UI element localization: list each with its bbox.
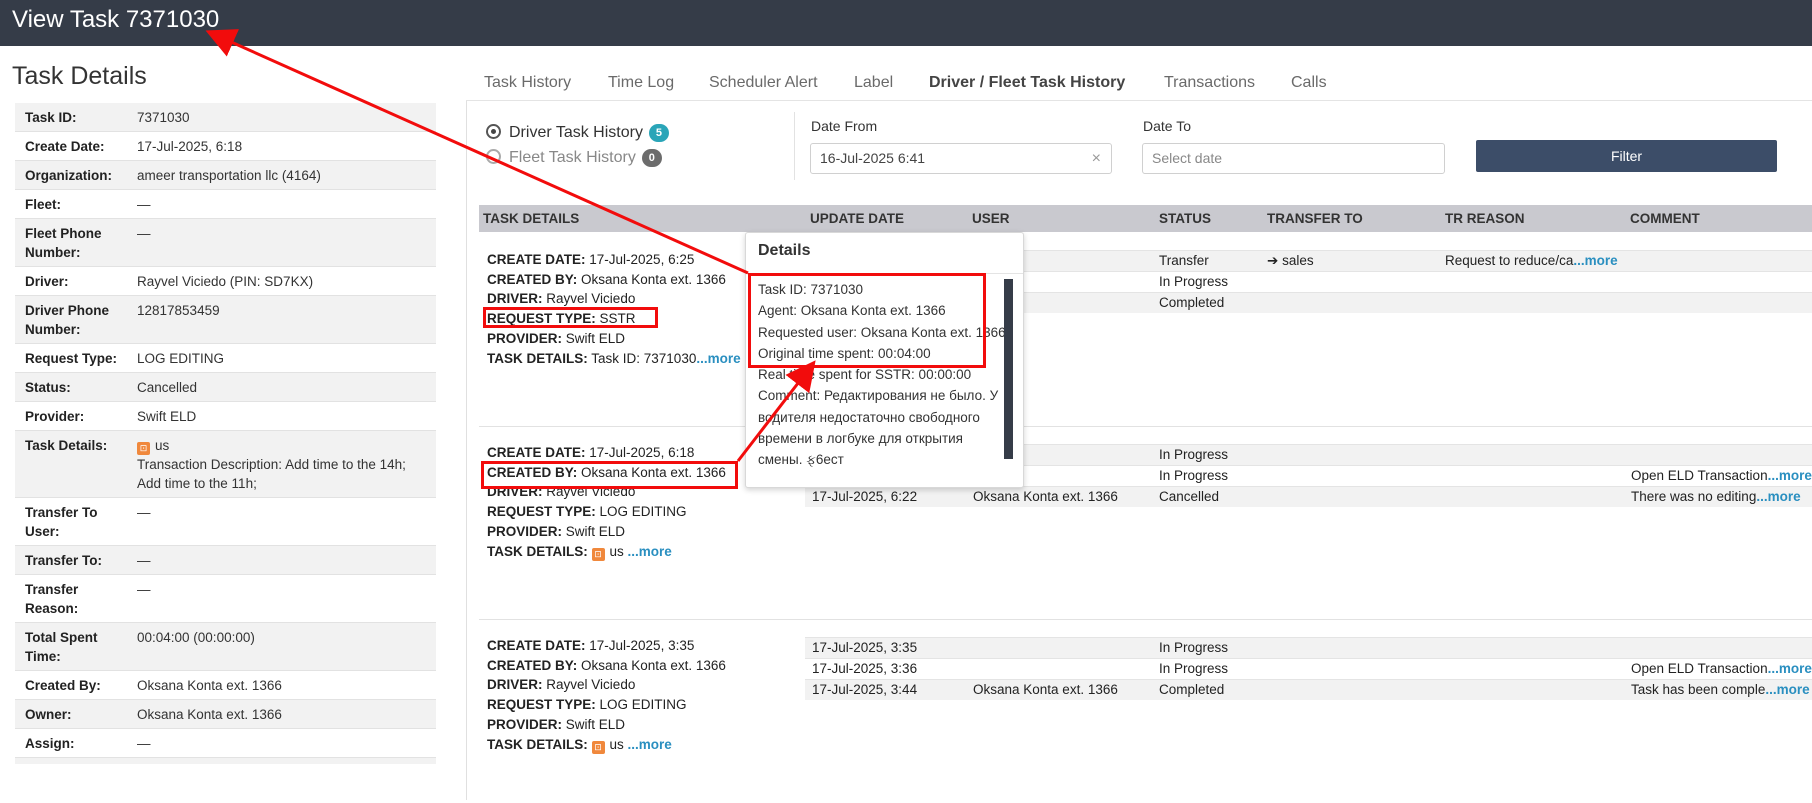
annotation-arrows: [205, 29, 816, 462]
arrow-to-title-icon: [205, 29, 749, 275]
arrow-to-agent-icon: [736, 360, 816, 462]
